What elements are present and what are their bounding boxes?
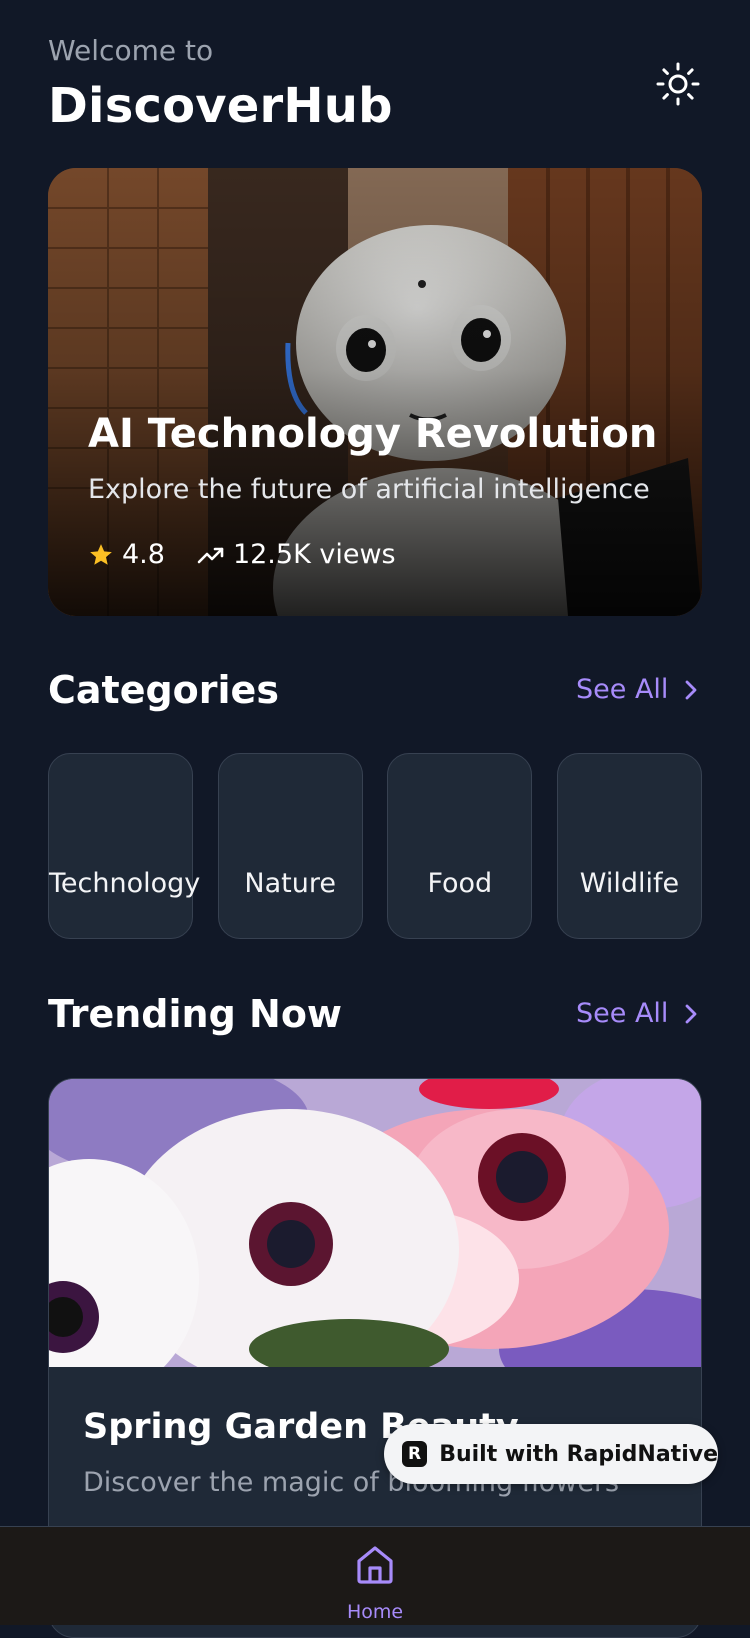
category-nature[interactable]: Nature: [217, 753, 363, 939]
bottom-tab-bar: Home: [0, 1526, 750, 1625]
category-label: Wildlife: [579, 868, 680, 899]
trending-see-all-link[interactable]: See All: [576, 998, 698, 1029]
badge-text: Built with RapidNative: [439, 1441, 718, 1467]
sun-icon: [656, 62, 700, 106]
home-icon: [357, 1546, 393, 1584]
categories-see-all-link[interactable]: See All: [576, 674, 698, 705]
trending-up-icon: [197, 547, 224, 563]
category-label: Technology: [49, 868, 201, 899]
app-title: DiscoverHub: [48, 78, 393, 134]
category-label: Food: [427, 868, 493, 899]
featured-card[interactable]: AI Technology Revolution Explore the fut…: [48, 168, 702, 616]
views-value: 12.5K views: [232, 539, 396, 570]
category-technology[interactable]: Technology: [48, 753, 201, 939]
see-all-label: See All: [576, 998, 669, 1029]
built-with-badge[interactable]: R Built with RapidNative: [384, 1424, 718, 1484]
theme-toggle-button[interactable]: [652, 58, 704, 110]
tab-home-label: Home: [346, 1601, 404, 1623]
tab-home[interactable]: Home: [330, 1543, 420, 1625]
chevron-right-icon: [686, 680, 697, 699]
chevron-right-icon: [686, 1004, 697, 1023]
views-stat: 12.5K views: [197, 539, 396, 570]
category-food[interactable]: Food: [387, 753, 533, 939]
featured-title: AI Technology Revolution: [88, 411, 658, 457]
rating-stat: 4.8: [88, 539, 165, 570]
category-wildlife[interactable]: Wildlife: [556, 753, 702, 939]
categories-heading: Categories: [48, 668, 279, 712]
star-icon: [90, 543, 112, 565]
see-all-label: See All: [576, 674, 669, 705]
category-label: Nature: [244, 868, 336, 899]
trending-heading: Trending Now: [48, 992, 343, 1036]
rating-value: 4.8: [122, 539, 165, 570]
categories-list: Technology Nature Food Wildlife: [48, 753, 702, 939]
trending-image: [49, 1079, 701, 1367]
featured-subtitle: Explore the future of artificial intelli…: [88, 474, 650, 505]
rapidnative-logo: R: [402, 1441, 428, 1467]
featured-stats: 4.8 12.5K views: [88, 539, 396, 570]
welcome-text: Welcome to: [48, 34, 214, 67]
